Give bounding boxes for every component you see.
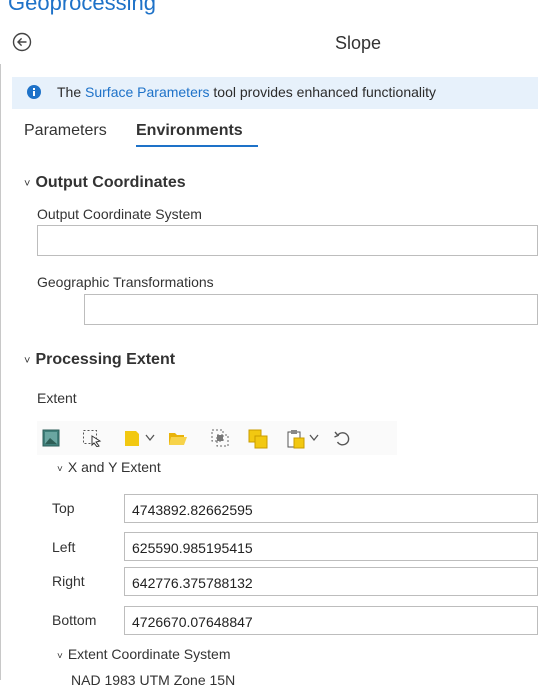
extent-top-input[interactable]: 4743892.82662595: [124, 494, 538, 523]
extent-bottom-label: Bottom: [52, 612, 97, 628]
intersection-of-inputs-icon[interactable]: [211, 429, 229, 447]
extent-right-input[interactable]: 642776.375788132: [124, 567, 538, 596]
extent-label: Extent: [37, 390, 77, 406]
chevron-down-icon[interactable]: [145, 434, 155, 442]
tab-parameters[interactable]: Parameters: [24, 122, 107, 140]
extent-toolbar: [37, 421, 397, 455]
extent-left-input[interactable]: 625590.985195415: [124, 532, 538, 561]
output-coordinate-system-field[interactable]: [37, 225, 538, 256]
pane-border: [0, 64, 1, 680]
chevron-down-icon: ˅: [24, 355, 31, 367]
extent-bottom-input[interactable]: 4726670.07648847: [124, 606, 538, 635]
chevron-down-icon[interactable]: [309, 434, 319, 442]
extent-top-label: Top: [52, 500, 75, 516]
tool-title: Slope: [334, 33, 382, 53]
info-icon: [27, 85, 41, 99]
reset-icon[interactable]: [333, 429, 351, 447]
current-display-extent-icon[interactable]: [42, 429, 60, 447]
browse-folder-icon[interactable]: [168, 429, 188, 447]
paste-extent-icon[interactable]: [286, 429, 306, 449]
extent-left-label: Left: [52, 539, 76, 555]
layer-extent-icon[interactable]: [124, 429, 142, 447]
chevron-down-icon: ˅: [57, 651, 63, 662]
draw-extent-icon[interactable]: [82, 429, 102, 447]
extent-coordinate-system-subheader[interactable]: ˅ Extent Coordinate System: [57, 646, 230, 662]
output-coordinate-system-label: Output Coordinate System: [37, 206, 202, 222]
union-of-inputs-icon[interactable]: [248, 429, 268, 449]
xy-extent-subheader[interactable]: ˅ X and Y Extent: [57, 459, 161, 475]
tab-environments[interactable]: Environments: [136, 122, 243, 140]
geographic-transformations-field[interactable]: [84, 294, 538, 325]
pane-title: Geoprocessing: [8, 0, 156, 15]
output-coordinates-header[interactable]: ˅ Output Coordinates: [24, 174, 186, 192]
extent-coordinate-system-value: NAD 1983 UTM Zone 15N: [71, 672, 236, 688]
surface-parameters-link[interactable]: Surface Parameters: [85, 84, 210, 100]
info-text: The Surface Parameters tool provides enh…: [57, 84, 436, 100]
extent-right-label: Right: [52, 573, 85, 589]
chevron-down-icon: ˅: [57, 464, 63, 475]
geographic-transformations-label: Geographic Transformations: [37, 274, 214, 290]
chevron-down-icon: ˅: [24, 178, 31, 190]
processing-extent-header[interactable]: ˅ Processing Extent: [24, 351, 175, 369]
active-tab-indicator: [136, 145, 258, 147]
